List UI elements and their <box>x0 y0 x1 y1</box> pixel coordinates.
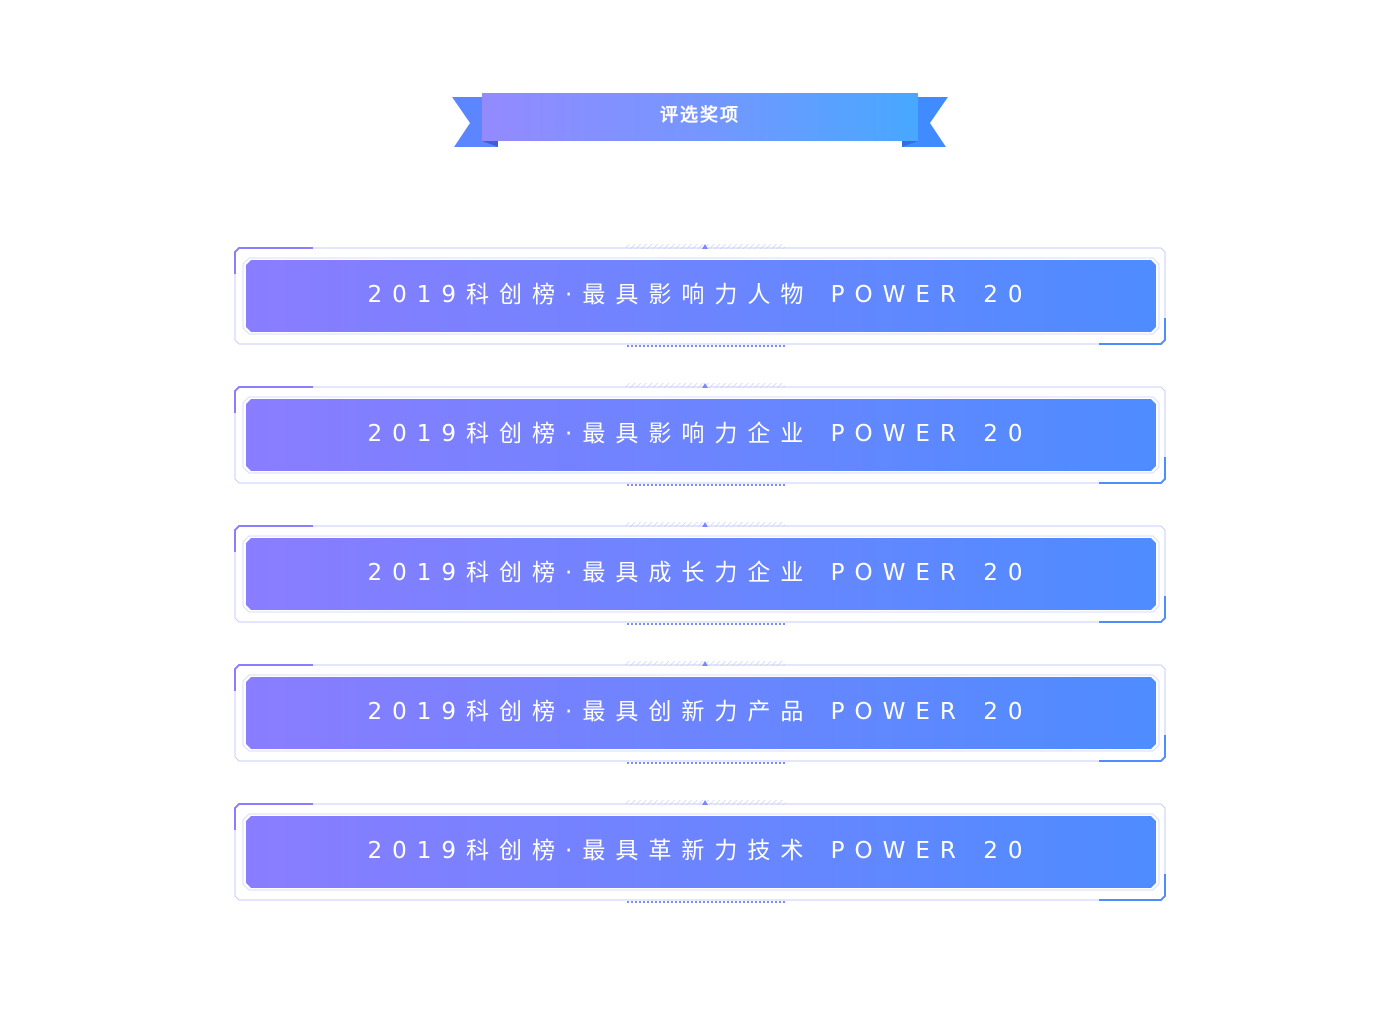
section-ribbon: 评选奖项 <box>452 93 948 149</box>
award-item-innovative-product: 2019科创榜·最具创新力产品 POWER 20 <box>233 661 1167 765</box>
section-title: 评选奖项 <box>660 105 740 126</box>
award-label: 2019科创榜·最具影响力人物 POWER 20 <box>367 282 1033 308</box>
award-item-growth-company: 2019科创榜·最具成长力企业 POWER 20 <box>233 522 1167 626</box>
award-item-influential-company: 2019科创榜·最具影响力企业 POWER 20 <box>233 383 1167 487</box>
award-item-revolutionary-technology: 2019科创榜·最具革新力技术 POWER 20 <box>233 800 1167 904</box>
award-label: 2019科创榜·最具革新力技术 POWER 20 <box>367 838 1033 864</box>
award-label: 2019科创榜·最具影响力企业 POWER 20 <box>367 421 1033 447</box>
award-item-influential-person: 2019科创榜·最具影响力人物 POWER 20 <box>233 244 1167 348</box>
award-label: 2019科创榜·最具创新力产品 POWER 20 <box>367 699 1033 725</box>
award-label: 2019科创榜·最具成长力企业 POWER 20 <box>367 560 1033 586</box>
